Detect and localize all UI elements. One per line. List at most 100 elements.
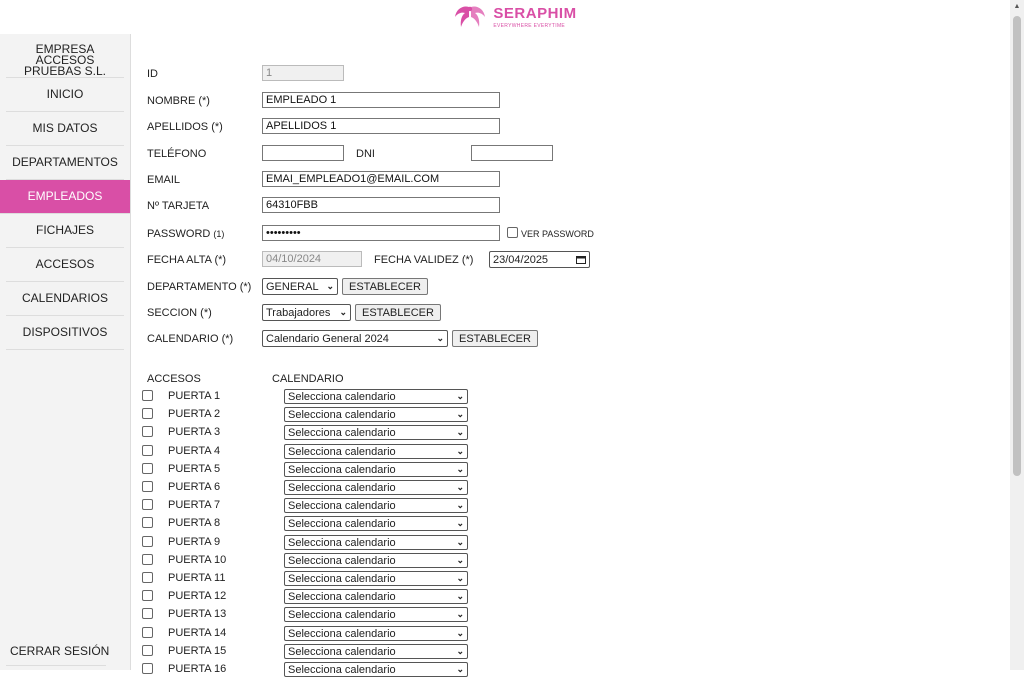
page-scrollbar[interactable]: ▲	[1010, 0, 1024, 670]
angel-wings-icon	[455, 6, 486, 28]
chevron-down-icon: ⌄	[339, 307, 347, 317]
door-calendar-select[interactable]: Selecciona calendario ⌄	[284, 535, 468, 550]
fecha-validez-field[interactable]: 23/04/2025	[489, 251, 590, 268]
telefono-label: TELÉFONO	[147, 148, 207, 160]
fecha-validez-label: FECHA VALIDEZ (*)	[374, 254, 474, 266]
door-checkbox[interactable]	[142, 554, 153, 565]
door-label: PUERTA 16	[168, 663, 227, 675]
door-checkbox[interactable]	[142, 517, 153, 528]
seccion-label: SECCION (*)	[147, 307, 212, 319]
fecha-validez-value: 23/04/2025	[493, 253, 549, 266]
calendar-icon[interactable]	[576, 255, 586, 264]
door-calendar-value: Selecciona calendario	[288, 554, 396, 567]
sidebar-item-mis-datos[interactable]: MIS DATOS	[6, 112, 124, 146]
door-calendar-value: Selecciona calendario	[288, 481, 396, 494]
email-field[interactable]	[262, 171, 500, 187]
apellidos-field[interactable]	[262, 118, 500, 134]
door-calendar-select[interactable]: Selecciona calendario ⌄	[284, 425, 468, 440]
door-calendar-value: Selecciona calendario	[288, 590, 396, 603]
company-name: EMPRESA ACCESOS PRUEBAS S.L.	[6, 34, 124, 78]
door-checkbox[interactable]	[142, 536, 153, 547]
door-checkbox[interactable]	[142, 499, 153, 510]
calendario-select[interactable]: Calendario General 2024 ⌄	[262, 330, 448, 347]
chevron-down-icon: ⌄	[326, 281, 334, 291]
door-calendar-select[interactable]: Selecciona calendario ⌄	[284, 589, 468, 604]
door-checkbox[interactable]	[142, 627, 153, 638]
door-calendar-select[interactable]: Selecciona calendario ⌄	[284, 644, 468, 659]
door-checkbox[interactable]	[142, 572, 153, 583]
door-calendar-select[interactable]: Selecciona calendario ⌄	[284, 626, 468, 641]
door-calendar-select[interactable]: Selecciona calendario ⌄	[284, 607, 468, 622]
chevron-down-icon: ⌄	[456, 391, 464, 401]
door-calendar-select[interactable]: Selecciona calendario ⌄	[284, 498, 468, 513]
door-calendar-value: Selecciona calendario	[288, 426, 396, 439]
door-checkbox[interactable]	[142, 408, 153, 419]
door-calendar-select[interactable]: Selecciona calendario ⌄	[284, 444, 468, 459]
sidebar-item-empleados[interactable]: EMPLEADOS	[0, 180, 130, 214]
establecer-departamento-button[interactable]: ESTABLECER	[342, 278, 428, 295]
sidebar-item-inicio[interactable]: INICIO	[6, 78, 124, 112]
fecha-alta-label: FECHA ALTA (*)	[147, 254, 227, 266]
tarjeta-field[interactable]	[262, 197, 500, 213]
seccion-select[interactable]: Trabajadores ⌄	[262, 304, 351, 321]
door-calendar-value: Selecciona calendario	[288, 408, 396, 421]
door-checkbox[interactable]	[142, 645, 153, 656]
sidebar-item-accesos[interactable]: ACCESOS	[6, 248, 124, 282]
door-checkbox[interactable]	[142, 608, 153, 619]
chevron-down-icon: ⌄	[456, 573, 464, 583]
door-label: PUERTA 11	[168, 572, 226, 584]
fecha-alta-field	[262, 251, 362, 267]
door-calendar-select[interactable]: Selecciona calendario ⌄	[284, 389, 468, 404]
door-calendar-select[interactable]: Selecciona calendario ⌄	[284, 553, 468, 568]
door-checkbox[interactable]	[142, 390, 153, 401]
nombre-label: NOMBRE (*)	[147, 95, 210, 107]
sidebar-item-fichajes[interactable]: FICHAJES	[6, 214, 124, 248]
door-checkbox[interactable]	[142, 445, 153, 456]
door-calendar-select[interactable]: Selecciona calendario ⌄	[284, 480, 468, 495]
chevron-down-icon: ⌄	[456, 555, 464, 565]
door-checkbox[interactable]	[142, 463, 153, 474]
brand-tagline: EVERYWHERE EVERYTIME	[493, 22, 566, 29]
nombre-field[interactable]	[262, 92, 500, 108]
chevron-down-icon: ⌄	[456, 518, 464, 528]
ver-password-checkbox[interactable]	[507, 227, 518, 238]
chevron-down-icon: ⌄	[456, 628, 464, 638]
door-label: PUERTA 9	[168, 536, 221, 548]
chevron-down-icon: ⌄	[456, 427, 464, 437]
id-label: ID	[147, 68, 158, 80]
door-label: PUERTA 8	[168, 517, 221, 529]
door-label: PUERTA 7	[168, 499, 221, 511]
password-label: PASSWORD (1)	[147, 225, 224, 243]
door-calendar-select[interactable]: Selecciona calendario ⌄	[284, 462, 468, 477]
sidebar: EMPRESA ACCESOS PRUEBAS S.L. INICIO MIS …	[0, 34, 131, 670]
password-field[interactable]	[262, 225, 500, 241]
sidebar-item-departamentos[interactable]: DEPARTAMENTOS	[6, 146, 124, 180]
calendario-column-header: CALENDARIO	[272, 373, 344, 385]
door-checkbox[interactable]	[142, 481, 153, 492]
chevron-down-icon: ⌄	[436, 333, 444, 343]
door-checkbox[interactable]	[142, 663, 153, 674]
telefono-field[interactable]	[262, 145, 344, 161]
divider	[6, 665, 106, 666]
establecer-seccion-button[interactable]: ESTABLECER	[355, 304, 441, 321]
door-calendar-select[interactable]: Selecciona calendario ⌄	[284, 407, 468, 422]
door-calendar-select[interactable]: Selecciona calendario ⌄	[284, 571, 468, 586]
door-label: PUERTA 15	[168, 645, 227, 657]
app-header: SERAPHIM EVERYWHERE EVERYTIME	[0, 0, 1010, 34]
scroll-thumb[interactable]	[1013, 16, 1021, 476]
establecer-calendario-button[interactable]: ESTABLECER	[452, 330, 538, 347]
door-checkbox[interactable]	[142, 590, 153, 601]
chevron-down-icon: ⌄	[456, 500, 464, 510]
departamento-select[interactable]: GENERAL ⌄	[262, 278, 338, 295]
door-calendar-value: Selecciona calendario	[288, 572, 396, 585]
dni-field[interactable]	[471, 145, 553, 161]
chevron-down-icon: ⌄	[456, 537, 464, 547]
door-calendar-value: Selecciona calendario	[288, 445, 396, 458]
sidebar-item-calendarios[interactable]: CALENDARIOS	[6, 282, 124, 316]
scroll-up-icon[interactable]: ▲	[1010, 0, 1024, 14]
door-calendar-select[interactable]: Selecciona calendario ⌄	[284, 516, 468, 531]
logout-link[interactable]: CERRAR SESIÓN	[10, 644, 109, 658]
door-calendar-value: Selecciona calendario	[288, 645, 396, 658]
sidebar-item-dispositivos[interactable]: DISPOSITIVOS	[6, 316, 124, 350]
door-checkbox[interactable]	[142, 426, 153, 437]
